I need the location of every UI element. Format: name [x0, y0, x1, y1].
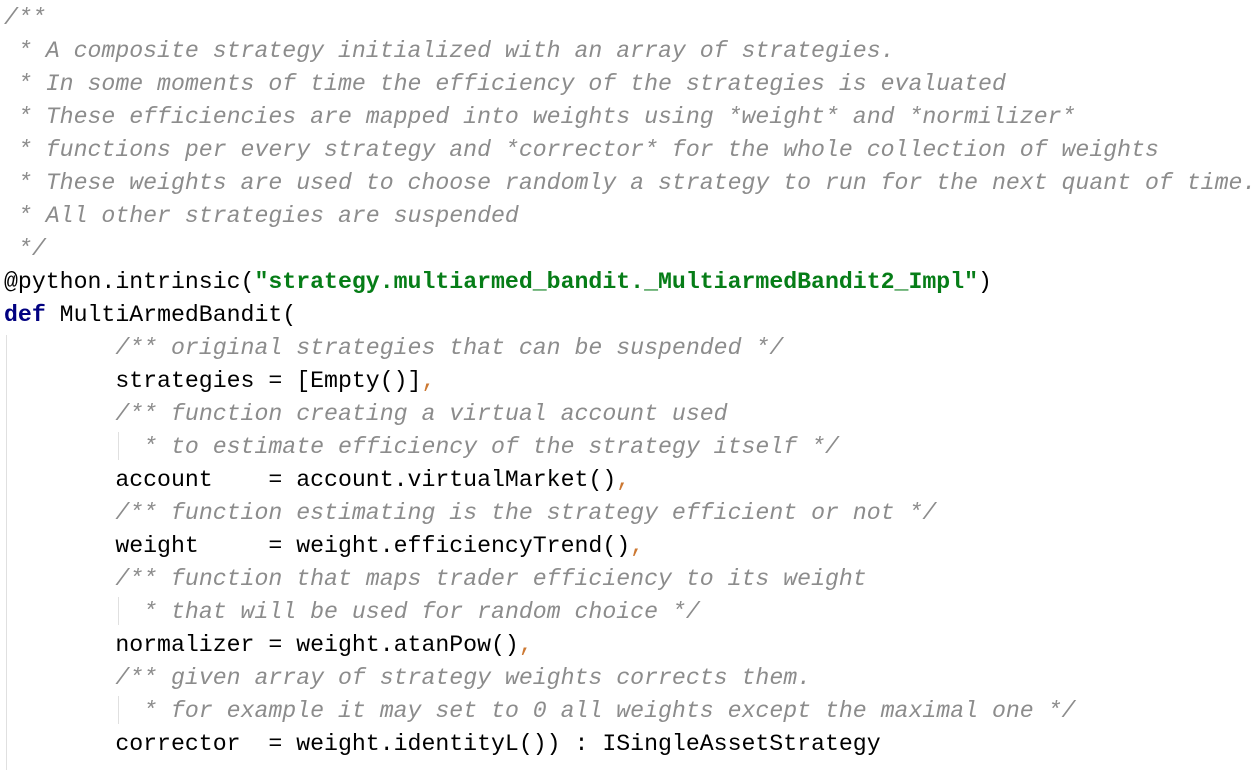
- comment-token: * All other strategies are suspended: [4, 203, 519, 229]
- code-token: corrector = weight.identityL()) : ISingl…: [4, 731, 881, 757]
- code-line: /** original strategies that can be susp…: [4, 332, 1256, 365]
- code-line: account = account.virtualMarket(),: [4, 464, 1256, 497]
- code-token: account = account.virtualMarket(): [4, 467, 617, 493]
- code-line: weight = weight.efficiencyTrend(),: [4, 530, 1256, 563]
- comment-token: /**: [4, 5, 46, 31]
- code-line: /** function that maps trader efficiency…: [4, 563, 1256, 596]
- code-line: strategies = [Empty()],: [4, 365, 1256, 398]
- code-token: MultiArmedBandit(: [45, 302, 297, 328]
- comment-token: * to estimate efficiency of the strategy…: [115, 434, 839, 460]
- code-token: ,: [518, 632, 533, 658]
- comment-token: /** function creating a virtual account …: [115, 401, 728, 427]
- comment-token: /** function estimating is the strategy …: [115, 500, 937, 526]
- code-line: * In some moments of time the efficiency…: [4, 68, 1256, 101]
- comment-token: * that will be used for random choice */: [115, 599, 700, 625]
- comment-token: /** given array of strategy weights corr…: [115, 665, 812, 691]
- code-line: * that will be used for random choice */: [4, 596, 1256, 629]
- comment-token: * A composite strategy initialized with …: [4, 38, 895, 64]
- comment-token: * functions per every strategy and *corr…: [4, 137, 1159, 163]
- code-token: weight = weight.efficiencyTrend(): [4, 533, 631, 559]
- code-line: /** given array of strategy weights corr…: [4, 662, 1256, 695]
- string-token: "strategy.multiarmed_bandit._MultiarmedB…: [254, 269, 979, 295]
- code-line: * to estimate efficiency of the strategy…: [4, 431, 1256, 464]
- code-line: * All other strategies are suspended: [4, 200, 1256, 233]
- code-line: * These efficiencies are mapped into wei…: [4, 101, 1256, 134]
- code-token: strategies = [Empty()]: [4, 368, 422, 394]
- comment-token: /** original strategies that can be susp…: [115, 335, 784, 361]
- code-line: * for example it may set to 0 all weight…: [4, 695, 1256, 728]
- comment-token: * These efficiencies are mapped into wei…: [4, 104, 1076, 130]
- comment-token: * In some moments of time the efficiency…: [4, 71, 1006, 97]
- code-line: normalizer = weight.atanPow(),: [4, 629, 1256, 662]
- code-token: ,: [616, 467, 631, 493]
- comment-token: * for example it may set to 0 all weight…: [115, 698, 1076, 724]
- code-token: normalizer = weight.atanPow(): [4, 632, 519, 658]
- keyword-token: def: [4, 302, 46, 328]
- code-line: corrector = weight.identityL()) : ISingl…: [4, 728, 1256, 761]
- comment-token: */: [4, 236, 46, 262]
- code-token: ,: [630, 533, 645, 559]
- code-line: */: [4, 233, 1256, 266]
- code-line: /** function estimating is the strategy …: [4, 497, 1256, 530]
- code-token: ): [978, 269, 992, 295]
- code-token: @python.intrinsic(: [4, 269, 255, 295]
- code-line: * functions per every strategy and *corr…: [4, 134, 1256, 167]
- code-token: ,: [421, 368, 436, 394]
- comment-token: /** function that maps trader efficiency…: [115, 566, 867, 592]
- comment-token: * These weights are used to choose rando…: [4, 170, 1257, 196]
- code-line: * These weights are used to choose rando…: [4, 167, 1256, 200]
- code-line: /**: [4, 2, 1256, 35]
- code-line: @python.intrinsic("strategy.multiarmed_b…: [4, 266, 1256, 299]
- code-text[interactable]: /** * A composite strategy initialized w…: [4, 2, 1256, 761]
- code-line: def MultiArmedBandit(: [4, 299, 1256, 332]
- code-line: /** function creating a virtual account …: [4, 398, 1256, 431]
- code-line: * A composite strategy initialized with …: [4, 35, 1256, 68]
